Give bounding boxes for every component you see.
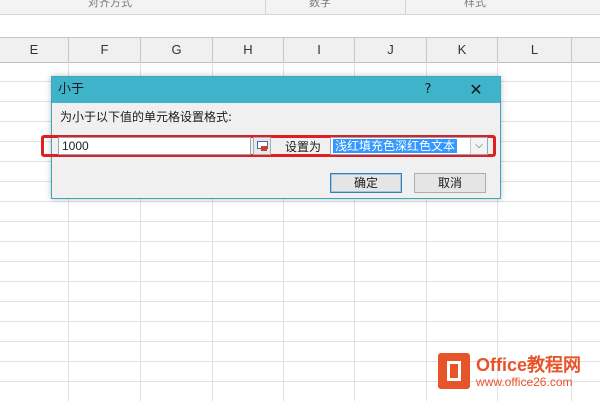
threshold-value-input[interactable]: 1000 <box>58 137 251 155</box>
set-as-label: 设置为 <box>285 140 322 154</box>
less-than-dialog: 小于 ? ✕ 为小于以下值的单元格设置格式: 1000 设置为 浅红填充色深红色… <box>41 76 501 199</box>
formula-bar-area <box>0 15 600 37</box>
watermark-url: www.office26.com <box>476 375 573 389</box>
ribbon-group-styles[interactable]: 样式 <box>445 0 505 12</box>
column-header-i[interactable]: I <box>284 38 355 62</box>
ribbon-separator <box>265 0 266 14</box>
column-header-e[interactable]: E <box>0 38 69 62</box>
cancel-button[interactable]: 取消 <box>414 173 486 193</box>
column-header-h[interactable]: H <box>213 38 284 62</box>
column-header-g[interactable]: G <box>141 38 213 62</box>
ok-button[interactable]: 确定 <box>330 173 402 193</box>
office-logo-mark <box>447 361 461 381</box>
ribbon-strip: 对齐方式 数字 样式 <box>0 0 600 15</box>
column-header-l[interactable]: L <box>498 38 572 62</box>
watermark-brand: Office教程网 <box>476 355 582 375</box>
dialog-prompt: 为小于以下值的单元格设置格式: <box>60 110 233 124</box>
help-button[interactable]: ? <box>416 77 440 103</box>
column-header-f[interactable]: F <box>69 38 141 62</box>
format-dropdown[interactable]: 浅红填充色深红色文本 ⌵ <box>330 137 488 155</box>
office-logo-icon <box>438 353 470 389</box>
cell-reference-icon[interactable] <box>253 137 271 155</box>
watermark: Office教程网 www.office26.com <box>436 349 600 399</box>
column-header-row: E F G H I J K L <box>0 37 600 63</box>
column-header-partial[interactable] <box>572 38 600 62</box>
ribbon-group-alignment[interactable]: 对齐方式 <box>60 0 160 12</box>
column-header-j[interactable]: J <box>355 38 427 62</box>
ref-icon-arrow <box>261 146 267 151</box>
dialog-titlebar[interactable]: 小于 ? ✕ <box>52 77 500 103</box>
ribbon-group-number[interactable]: 数字 <box>290 0 350 12</box>
chevron-down-icon[interactable]: ⌵ <box>470 138 487 154</box>
format-selected-value: 浅红填充色深红色文本 <box>333 139 458 153</box>
column-header-k[interactable]: K <box>427 38 498 62</box>
close-icon[interactable]: ✕ <box>460 77 492 103</box>
dialog-title: 小于 <box>58 82 85 97</box>
ribbon-separator <box>405 0 406 14</box>
